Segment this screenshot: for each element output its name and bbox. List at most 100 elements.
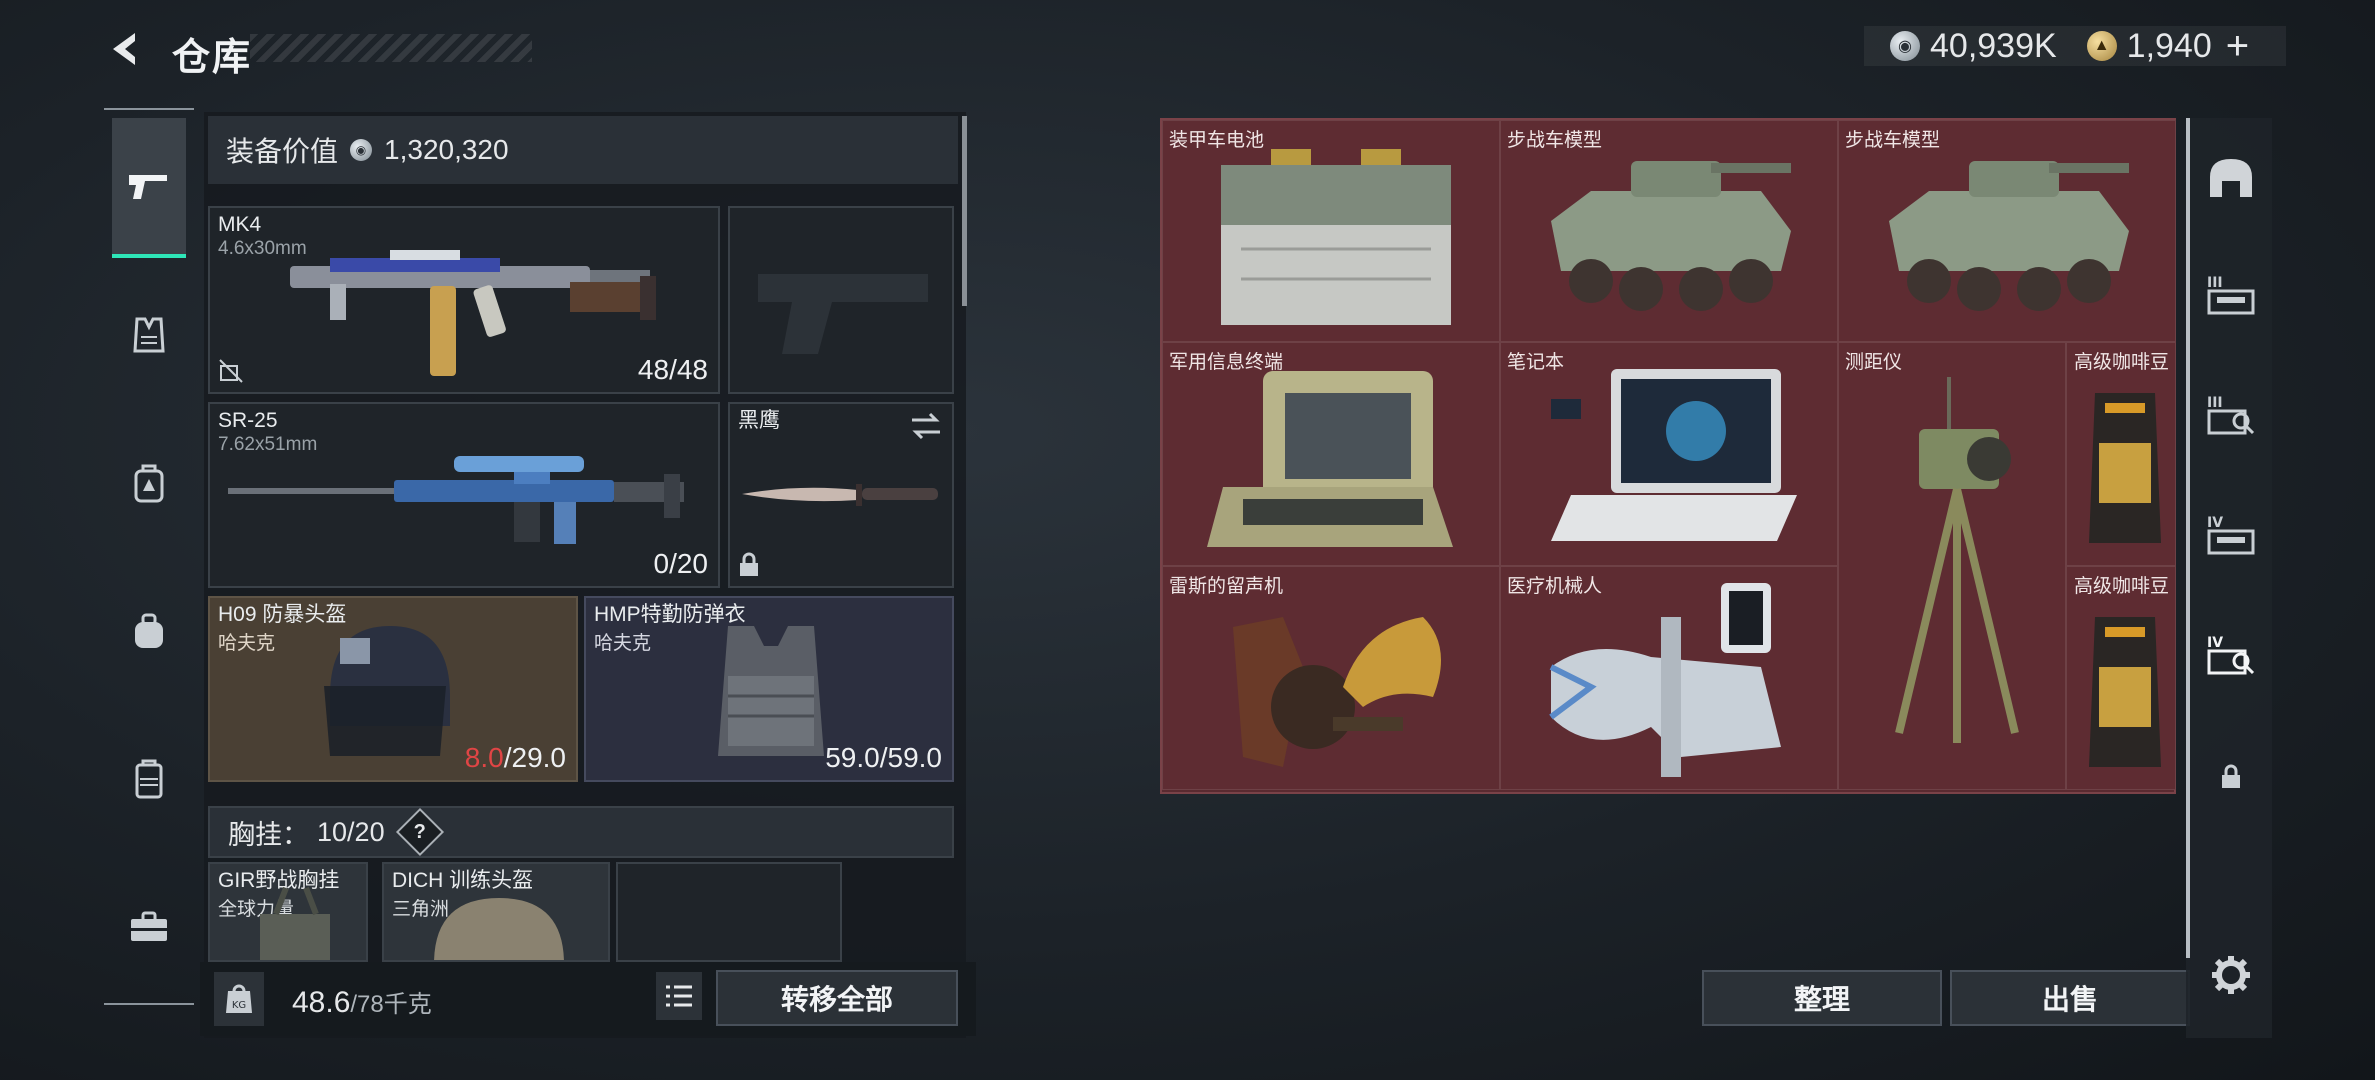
gold-currency-value: 1,940 xyxy=(2126,26,2212,65)
loadout-scrollbar[interactable] xyxy=(962,116,967,306)
stash-tab-tier3-search[interactable]: III xyxy=(2196,380,2266,450)
gramophone-icon xyxy=(1233,617,1441,767)
ifv-model-icon xyxy=(1551,161,1791,311)
weight-icon: KG xyxy=(214,972,264,1026)
tier-3-storage-icon: III xyxy=(2207,275,2255,315)
stash-item[interactable]: 测距仪 xyxy=(1838,342,2066,790)
page-title: 仓库 xyxy=(172,37,253,79)
melee-slot[interactable]: 黑鹰 xyxy=(728,402,954,588)
stash-tabs-scrollbar[interactable] xyxy=(2186,118,2190,958)
rail-tab-weapons[interactable] xyxy=(112,118,186,258)
rig-total: /20 xyxy=(347,816,385,847)
silver-currency-value: 40,939K xyxy=(1930,26,2057,65)
transfer-all-button[interactable]: 转移全部 xyxy=(716,970,958,1026)
stash-tabs-rail xyxy=(2186,118,2272,1038)
coffee-bag-icon xyxy=(2089,393,2161,543)
laptop-icon xyxy=(1551,369,1797,541)
weapon-name: MK4 xyxy=(218,213,262,236)
rig-item[interactable]: DICH 训练头盔 三角洲 xyxy=(382,862,610,962)
helmet-maker: 哈夫克 xyxy=(218,633,276,654)
gold-coin-icon: ▲ xyxy=(2086,31,2117,61)
stash-item[interactable]: 步战车模型 xyxy=(1838,120,2176,342)
equipment-value: 1,320,320 xyxy=(384,134,509,165)
rail-divider-top xyxy=(104,108,194,110)
rail-tab-rig[interactable] xyxy=(112,594,186,668)
knife-icon xyxy=(742,484,938,506)
svg-text:III: III xyxy=(2207,275,2223,291)
swap-icon[interactable] xyxy=(910,412,942,440)
stash-tab-tier4-search[interactable]: IV xyxy=(2196,620,2266,690)
chest-rig-icon xyxy=(260,886,330,960)
rig-item[interactable]: GIR野战胸挂 全球力量 xyxy=(208,862,368,962)
case-icon xyxy=(135,759,163,799)
lock-icon xyxy=(2222,764,2240,788)
rig-label: 胸挂： xyxy=(228,819,309,850)
rail-tab-toolbox[interactable] xyxy=(112,890,186,964)
sell-button[interactable]: 出售 xyxy=(1950,970,2190,1026)
rail-tab-case[interactable] xyxy=(112,742,186,816)
stash-item[interactable]: 装甲车电池 xyxy=(1162,120,1500,342)
back-arrow-icon xyxy=(113,33,135,65)
stash-tab-locked[interactable] xyxy=(2196,742,2266,812)
battery-icon xyxy=(1221,149,1451,325)
svg-text:IV: IV xyxy=(2207,515,2223,531)
rail-divider-bottom xyxy=(104,1003,194,1005)
stash-tab-tier4-storage[interactable]: IV xyxy=(2196,500,2266,570)
rig-help-button[interactable]: ? xyxy=(395,807,444,857)
armor-maker: 哈夫克 xyxy=(594,633,652,654)
stash-item[interactable]: 医疗机械人 xyxy=(1500,566,1838,790)
pistol-silhouette-icon xyxy=(758,274,928,354)
stash-item[interactable]: 雷斯的留声机 xyxy=(1162,566,1500,790)
lock-icon xyxy=(740,552,758,576)
rig-bag-icon xyxy=(135,613,163,648)
back-button[interactable] xyxy=(100,24,150,74)
pistol-icon xyxy=(129,175,167,199)
rig-used: 10 xyxy=(317,816,348,847)
stash-item-label: 测距仪 xyxy=(1845,352,1903,373)
weapon-ammo-count: 48/48 xyxy=(637,354,708,385)
toolbox-icon xyxy=(131,911,167,941)
riot-helmet-icon xyxy=(324,626,450,756)
stash-item-label: 高级咖啡豆 xyxy=(2073,576,2169,597)
terminal-icon xyxy=(1207,371,1453,547)
add-currency-button[interactable]: + xyxy=(2226,24,2249,69)
svg-text:IV: IV xyxy=(2207,635,2223,651)
medical-robot-icon xyxy=(1549,583,1781,777)
svg-text:III: III xyxy=(2207,395,2223,411)
training-helmet-icon xyxy=(434,898,564,960)
stash-item-label: 雷斯的留声机 xyxy=(1169,576,1284,597)
tier-4-search-icon: IV xyxy=(2207,635,2255,675)
sort-button[interactable]: 整理 xyxy=(1702,970,1942,1026)
armor-vest-icon xyxy=(133,317,165,353)
coffee-bag-icon xyxy=(2089,617,2161,767)
rail-tab-backpack[interactable] xyxy=(112,446,186,520)
rig-empty-slot[interactable] xyxy=(616,862,842,962)
helmet-slot[interactable]: H09 防暴头盔 哈夫克 8.0/29.0 xyxy=(208,596,578,782)
currency-bar: ◉ 40,939K ▲ 1,940 + xyxy=(1864,24,2286,69)
stash-item[interactable]: 步战车模型 xyxy=(1500,120,1838,342)
settings-button[interactable] xyxy=(2196,940,2266,1010)
title-decoration xyxy=(250,34,532,62)
stash-item[interactable]: 笔记本 xyxy=(1500,342,1838,566)
tier-3-search-icon: III xyxy=(2207,395,2255,435)
pistol-slot[interactable] xyxy=(728,206,954,394)
stash-item[interactable]: 高级咖啡豆 xyxy=(2066,566,2176,790)
body-armor-icon xyxy=(718,626,824,756)
stash-tab-main[interactable] xyxy=(2196,142,2266,212)
carry-weight: 48.6/78千克 xyxy=(292,986,432,1019)
stash-item[interactable]: 军用信息终端 xyxy=(1162,342,1500,566)
list-view-button[interactable] xyxy=(656,972,702,1020)
helmet-durability: 8.0/29.0 xyxy=(464,742,566,773)
weapon-ammo-count: 0/20 xyxy=(653,548,709,579)
stash-tab-tier3-storage[interactable]: III xyxy=(2196,260,2266,330)
armor-slot[interactable]: HMP特勤防弹衣 哈夫克 59.0/59.0 xyxy=(584,596,954,782)
primary-weapon-slot[interactable]: MK4 4.6x30mm 48/48 xyxy=(208,206,720,394)
sr25-rifle-icon xyxy=(228,456,684,544)
silver-coin-icon: ◉ xyxy=(350,139,373,161)
settings-gear-icon xyxy=(2212,956,2250,994)
rifle-slot[interactable]: SR-25 7.62x51mm 0/20 xyxy=(208,402,720,588)
backpack-icon xyxy=(134,464,164,503)
stash-item[interactable]: 高级咖啡豆 xyxy=(2066,342,2176,566)
tier-4-storage-icon: IV xyxy=(2207,515,2255,555)
rail-tab-armor[interactable] xyxy=(112,298,186,372)
